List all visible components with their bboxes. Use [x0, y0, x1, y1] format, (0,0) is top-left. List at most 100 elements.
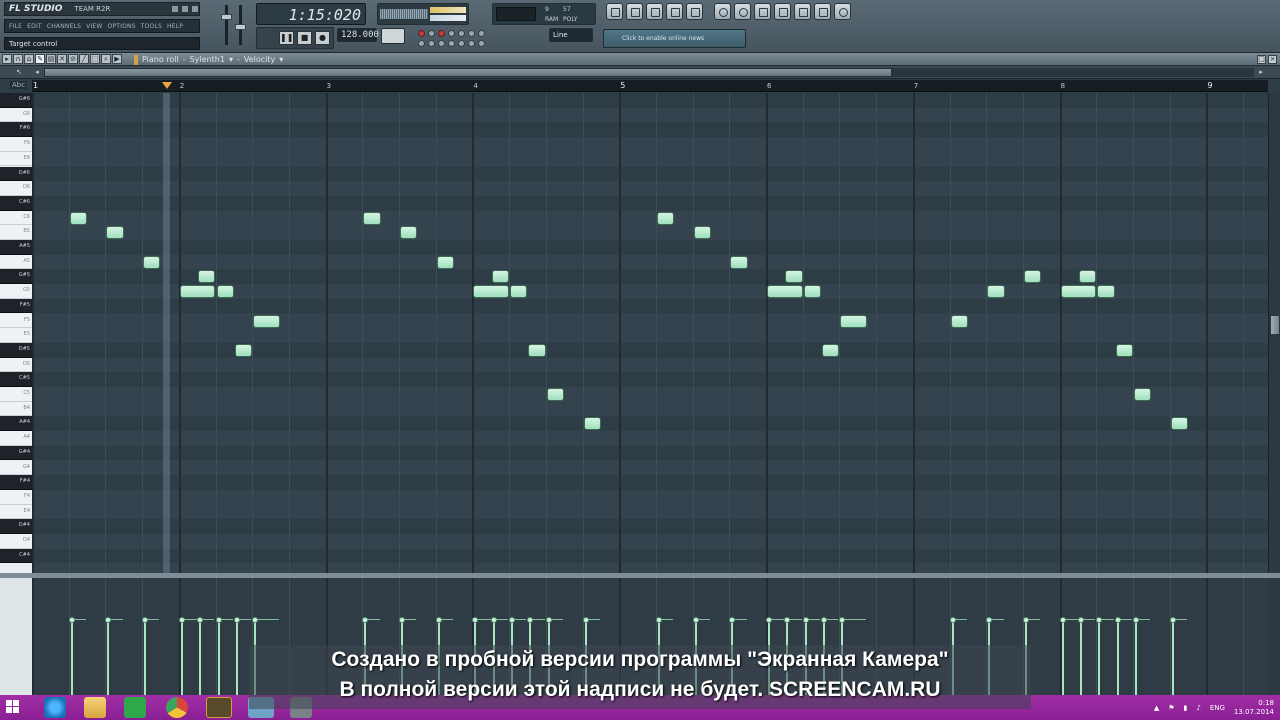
- midi-note[interactable]: [583, 417, 601, 431]
- piano-key[interactable]: G#4: [0, 445, 32, 461]
- midi-note[interactable]: [253, 314, 280, 328]
- precount-icon[interactable]: [428, 40, 435, 47]
- stamp-icon[interactable]: ⌂: [24, 54, 34, 64]
- menu-options[interactable]: OPTIONS: [108, 23, 136, 30]
- velocity-handle[interactable]: [655, 617, 662, 623]
- menu-file[interactable]: FILE: [9, 23, 22, 30]
- piano-key[interactable]: A4: [0, 431, 32, 446]
- piano-key[interactable]: E4: [0, 504, 32, 520]
- piano-key[interactable]: C6: [0, 210, 32, 226]
- velocity-handle[interactable]: [784, 617, 791, 623]
- step-edit-icon[interactable]: [448, 30, 455, 37]
- velocity-handle[interactable]: [252, 617, 259, 623]
- midi-note[interactable]: [69, 211, 88, 225]
- piano-key[interactable]: D#4: [0, 519, 32, 534]
- piano-key[interactable]: F6: [0, 137, 32, 152]
- zoom-icon[interactable]: ⌕: [101, 54, 111, 64]
- piano-roll-title[interactable]: Piano roll - Sylenth1 ▾ - Velocity ▾: [134, 53, 283, 66]
- browser-icon[interactable]: [666, 3, 683, 20]
- multilink-icon[interactable]: [458, 40, 465, 47]
- velocity-handle[interactable]: [178, 617, 185, 623]
- menu-help[interactable]: HELP: [167, 23, 183, 30]
- master-pitch-slider[interactable]: [235, 24, 246, 30]
- midi-note[interactable]: [987, 285, 1005, 299]
- velocity-handle[interactable]: [821, 617, 828, 623]
- target-dropdown-icon[interactable]: ▾: [279, 55, 283, 64]
- pencil-icon[interactable]: ✎: [35, 54, 45, 64]
- language-indicator[interactable]: ENG: [1210, 704, 1225, 712]
- velocity-handle[interactable]: [105, 617, 112, 623]
- piano-key[interactable]: C#4: [0, 548, 32, 564]
- velocity-handle[interactable]: [509, 617, 516, 623]
- tempo-display[interactable]: 128.000: [337, 28, 379, 42]
- velocity-handle[interactable]: [1133, 617, 1139, 623]
- velocity-handle[interactable]: [986, 617, 993, 623]
- velocity-stem[interactable]: [235, 620, 238, 695]
- piano-key[interactable]: D#6: [0, 166, 32, 182]
- velocity-scrollbar[interactable]: [1268, 578, 1280, 695]
- velocity-handle[interactable]: [197, 617, 204, 623]
- velocity-handle[interactable]: [435, 617, 442, 623]
- midi-note[interactable]: [840, 314, 867, 328]
- midi-note[interactable]: [216, 285, 234, 299]
- velocity-handle[interactable]: [472, 617, 479, 623]
- piano-key[interactable]: G#6: [0, 93, 32, 108]
- playback-icon[interactable]: ▶: [112, 54, 122, 64]
- midi-note[interactable]: [1023, 270, 1042, 284]
- vertical-scrollbar[interactable]: [1268, 93, 1280, 573]
- select-icon[interactable]: ⬚: [90, 54, 100, 64]
- record-button[interactable]: ●: [315, 31, 330, 45]
- midi-note[interactable]: [491, 270, 510, 284]
- piano-key[interactable]: E5: [0, 328, 32, 343]
- blend-icon[interactable]: [458, 30, 465, 37]
- network-icon[interactable]: ▮: [1183, 704, 1187, 712]
- velocity-stem[interactable]: [1098, 620, 1101, 695]
- midi-note[interactable]: [1115, 343, 1133, 357]
- close-window-icon[interactable]: ×: [1268, 55, 1277, 64]
- pattern-selector[interactable]: [381, 28, 405, 44]
- midi-note[interactable]: [950, 314, 968, 328]
- piano-key[interactable]: D4: [0, 534, 32, 549]
- piano-key[interactable]: C#5: [0, 372, 32, 387]
- windows-start-icon[interactable]: [6, 700, 20, 714]
- midi-note[interactable]: [473, 285, 510, 299]
- piano-key[interactable]: A5: [0, 254, 32, 270]
- title-drag-handle[interactable]: [134, 54, 138, 65]
- midi-note[interactable]: [730, 255, 748, 269]
- file-explorer-icon[interactable]: [84, 697, 106, 718]
- menu-channels[interactable]: CHANNELS: [47, 23, 81, 30]
- velocity-handle[interactable]: [582, 617, 589, 623]
- punch-icon[interactable]: [438, 40, 445, 47]
- midi-note[interactable]: [822, 343, 840, 357]
- velocity-stem[interactable]: [107, 620, 110, 695]
- midi-note[interactable]: [693, 226, 711, 240]
- chrome-icon[interactable]: [166, 697, 188, 718]
- velocity-handle[interactable]: [1077, 617, 1084, 623]
- velocity-stem[interactable]: [1171, 620, 1174, 695]
- zoom-out-icon[interactable]: ↖: [14, 67, 24, 78]
- midi-note[interactable]: [363, 211, 381, 225]
- piano-key[interactable]: F#4: [0, 475, 32, 490]
- midi-note[interactable]: [785, 270, 803, 284]
- restore-icon[interactable]: [181, 5, 189, 13]
- piano-key[interactable]: D5: [0, 357, 32, 373]
- close-icon[interactable]: [191, 5, 199, 13]
- piano-key[interactable]: G5: [0, 284, 32, 299]
- velocity-handle[interactable]: [1096, 617, 1103, 623]
- piano-key[interactable]: G4: [0, 460, 32, 476]
- stop-button[interactable]: ■: [297, 31, 312, 45]
- piano-key[interactable]: F4: [0, 489, 32, 505]
- velocity-stem[interactable]: [70, 620, 73, 695]
- midi-note[interactable]: [1134, 388, 1152, 401]
- playlist-icon[interactable]: [606, 3, 623, 20]
- paint-icon[interactable]: ▤: [46, 54, 56, 64]
- scroll-right-icon[interactable]: ▸: [1256, 67, 1266, 78]
- horizontal-scrollbar[interactable]: ↖ ◂ ▸: [0, 66, 1280, 79]
- velocity-handle[interactable]: [68, 617, 75, 623]
- midi-note[interactable]: [546, 388, 565, 401]
- velocity-stem[interactable]: [199, 620, 202, 695]
- velocity-handle[interactable]: [1059, 617, 1066, 623]
- piano-key[interactable]: A#5: [0, 240, 32, 255]
- midi-note[interactable]: [1060, 285, 1097, 299]
- store-icon[interactable]: [124, 697, 146, 718]
